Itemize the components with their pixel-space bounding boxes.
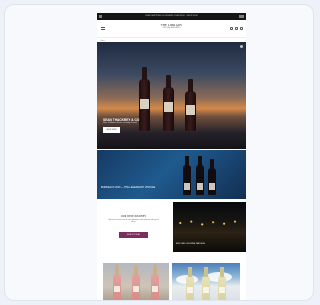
city-lights-image (173, 216, 246, 230)
carousel-indicator-icon[interactable] (240, 45, 243, 48)
preview-card: FREE SHIPPING ON ORDERS OVER $150 · SHOP… (4, 4, 314, 301)
hero-shop-button[interactable]: SHOP NOW (103, 127, 120, 133)
wine-bottle-image (183, 156, 191, 195)
hero-banner[interactable]: SEAN THACKREY & CO Rare California wines… (97, 42, 246, 149)
cart-icon[interactable] (240, 27, 243, 30)
header-icons (230, 27, 243, 30)
wine-bottle-image (186, 267, 194, 300)
newsletter-text: Sign up to receive news on rare allocati… (108, 220, 159, 224)
tastings-title: EXPLORE OUR WINE TASTINGS (176, 243, 205, 245)
announcement-bar: FREE SHIPPING ON ORDERS OVER $150 · SHOP… (97, 13, 246, 20)
wine-bottle-image (208, 159, 216, 195)
wine-bottle-image (202, 267, 210, 300)
newsletter-title: OUR WINE JOURNEY (120, 215, 147, 218)
white-wine-tile[interactable] (172, 263, 240, 300)
newsletter-promo: OUR WINE JOURNEY Sign up to receive news… (97, 202, 170, 252)
wine-bottle-image (218, 267, 226, 300)
wine-bottle-image (113, 265, 121, 300)
website-screenshot: FREE SHIPPING ON ORDERS OVER $150 · SHOP… (97, 13, 246, 300)
wine-bottle-image (132, 265, 140, 300)
wine-bottle-image (185, 79, 196, 131)
announcement-text: FREE SHIPPING ON ORDERS OVER $150 · SHOP… (145, 15, 198, 17)
site-header: THE LIBRARY FINE WINE MERCHANTS (97, 20, 246, 38)
wine-bottle-image (196, 156, 204, 195)
account-link-icon[interactable] (239, 15, 244, 18)
bordeaux-banner[interactable]: BORDEAUX 2016 — THE LEGENDARY VINTAGE (97, 150, 246, 199)
wine-bottle-image (163, 75, 174, 131)
newsletter-signup-button[interactable]: SIGN UP TODAY (119, 232, 148, 238)
rose-wine-tile[interactable] (103, 263, 169, 300)
site-logo-subtitle: FINE WINE MERCHANTS (162, 28, 181, 29)
site-logo[interactable]: THE LIBRARY (97, 23, 246, 27)
bordeaux-banner-title: BORDEAUX 2016 — THE LEGENDARY VINTAGE (101, 186, 156, 189)
wine-bottle-image (151, 265, 159, 300)
search-icon[interactable] (230, 27, 233, 30)
region-selector-icon[interactable] (99, 15, 102, 18)
tastings-promo[interactable]: EXPLORE OUR WINE TASTINGS (173, 202, 246, 252)
hero-subtitle: Rare California wines, recently arrived (103, 122, 137, 124)
wine-bottle-image (139, 67, 150, 131)
account-icon[interactable] (235, 27, 238, 30)
